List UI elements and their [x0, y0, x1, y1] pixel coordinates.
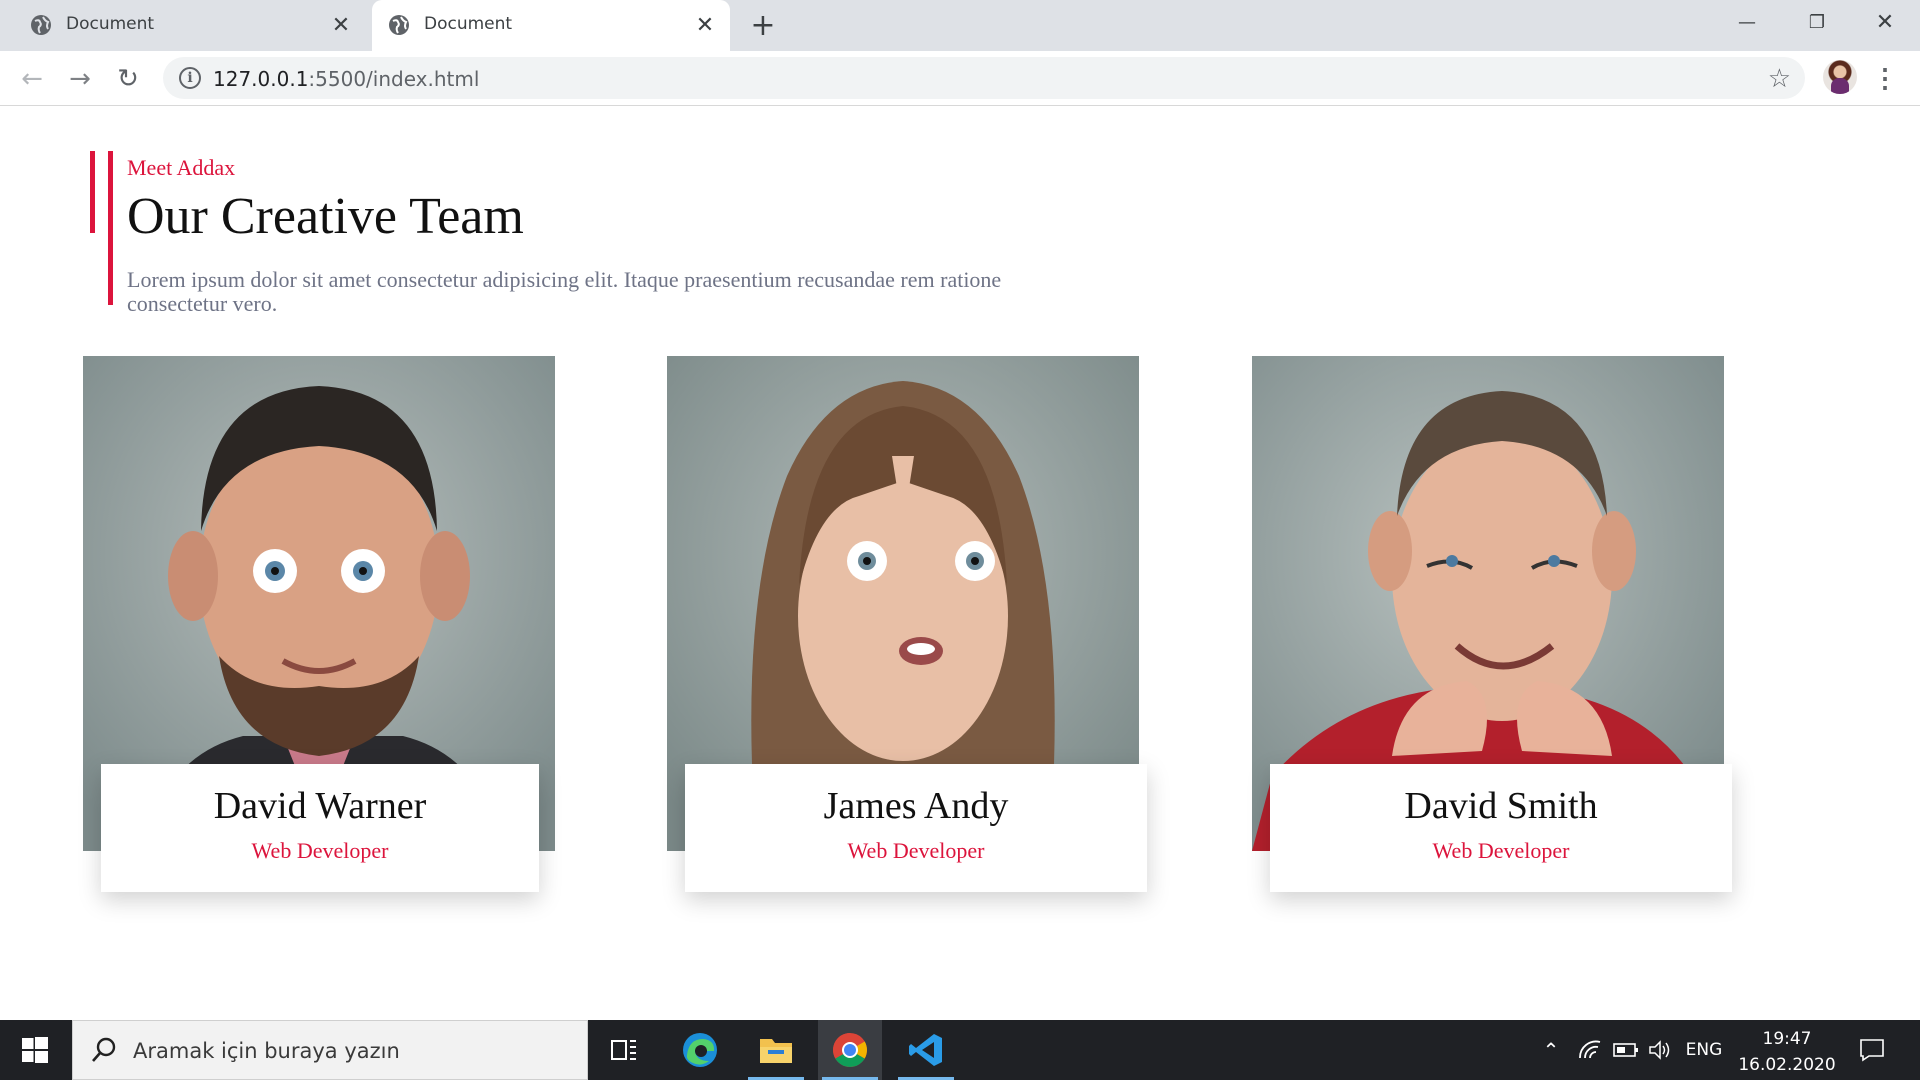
globe-icon: [31, 15, 51, 35]
team-member-role: Web Developer: [251, 838, 389, 863]
minimize-button[interactable]: —: [1712, 0, 1782, 44]
chrome-icon[interactable]: [818, 1020, 882, 1080]
menu-icon[interactable]: ⋮: [1870, 61, 1900, 95]
team-member-name: James Andy: [823, 785, 1009, 827]
window-close-button[interactable]: ✕: [1850, 0, 1920, 44]
browser-toolbar: ← → ↻ i 127.0.0.1:5500/index.html ☆ ⋮: [0, 51, 1920, 106]
task-view-icon[interactable]: [592, 1020, 656, 1080]
file-explorer-icon[interactable]: [744, 1020, 808, 1080]
forward-icon[interactable]: →: [60, 59, 100, 99]
network-icon[interactable]: [1574, 1020, 1606, 1080]
url-text[interactable]: 127.0.0.1:5500/index.html: [213, 67, 479, 91]
tab-document-2[interactable]: Document ✕: [372, 0, 730, 51]
accent-bar: [90, 151, 95, 233]
team-member-name: David Warner: [213, 785, 427, 827]
team-namebox: James Andy Web Developer: [685, 764, 1147, 892]
taskbar-search-box[interactable]: Aramak için buraya yazın: [72, 1020, 588, 1080]
browser-tabstrip: Document ✕ Document ✕ + — ❐ ✕: [0, 0, 1920, 51]
close-icon[interactable]: ✕: [328, 12, 354, 38]
back-icon[interactable]: ←: [12, 59, 52, 99]
team-member-role: Web Developer: [1432, 838, 1570, 863]
page-content: Meet Addax Our Creative Team Lorem ipsum…: [0, 106, 1920, 1020]
taskbar: Aramak için buraya yazın ⌃ ENG 19:47 16.…: [0, 1020, 1920, 1080]
tab-title: Document: [66, 14, 155, 34]
plus-icon[interactable]: +: [748, 8, 778, 43]
notification-icon[interactable]: [1852, 1020, 1892, 1080]
info-icon[interactable]: i: [179, 67, 201, 89]
team-card: David Warner Web Developer: [83, 356, 555, 892]
clock-time: 19:47: [1762, 1029, 1812, 1049]
taskbar-clock[interactable]: 19:47 16.02.2020: [1732, 1026, 1842, 1078]
globe-icon: [389, 15, 409, 35]
url-path: :5500/index.html: [308, 67, 480, 91]
page-title: Our Creative Team: [127, 188, 524, 245]
url-host: 127.0.0.1: [213, 67, 309, 91]
vscode-icon[interactable]: [894, 1020, 958, 1080]
team-card: David Smith Web Developer: [1252, 356, 1732, 892]
avatar[interactable]: [1823, 60, 1857, 94]
search-placeholder: Aramak için buraya yazın: [133, 1039, 400, 1063]
section-description: Lorem ipsum dolor sit amet consectetur a…: [127, 267, 1002, 316]
team-card: James Andy Web Developer: [667, 356, 1147, 892]
windows-start-icon[interactable]: [0, 1020, 70, 1080]
chevron-up-icon[interactable]: ⌃: [1536, 1020, 1566, 1080]
team-namebox: David Warner Web Developer: [101, 764, 539, 892]
tab-title: Document: [424, 14, 513, 34]
team-member-role: Web Developer: [847, 838, 985, 863]
address-bar[interactable]: i 127.0.0.1:5500/index.html ☆: [163, 57, 1805, 99]
team-member-name: David Smith: [1404, 785, 1598, 827]
search-icon: [92, 1037, 116, 1062]
volume-icon[interactable]: [1644, 1020, 1676, 1080]
team-namebox: David Smith Web Developer: [1270, 764, 1732, 892]
section-eyebrow: Meet Addax: [127, 155, 236, 180]
tab-document-1[interactable]: Document ✕: [0, 0, 366, 51]
reload-icon[interactable]: ↻: [108, 59, 148, 99]
restore-button[interactable]: ❐: [1782, 0, 1852, 44]
clock-date: 16.02.2020: [1738, 1055, 1836, 1075]
edge-icon[interactable]: [668, 1020, 732, 1080]
language-indicator[interactable]: ENG: [1682, 1020, 1726, 1080]
accent-bar: [108, 151, 113, 305]
battery-icon[interactable]: [1610, 1020, 1642, 1080]
star-icon[interactable]: ☆: [1768, 63, 1791, 94]
close-icon[interactable]: ✕: [692, 12, 718, 38]
